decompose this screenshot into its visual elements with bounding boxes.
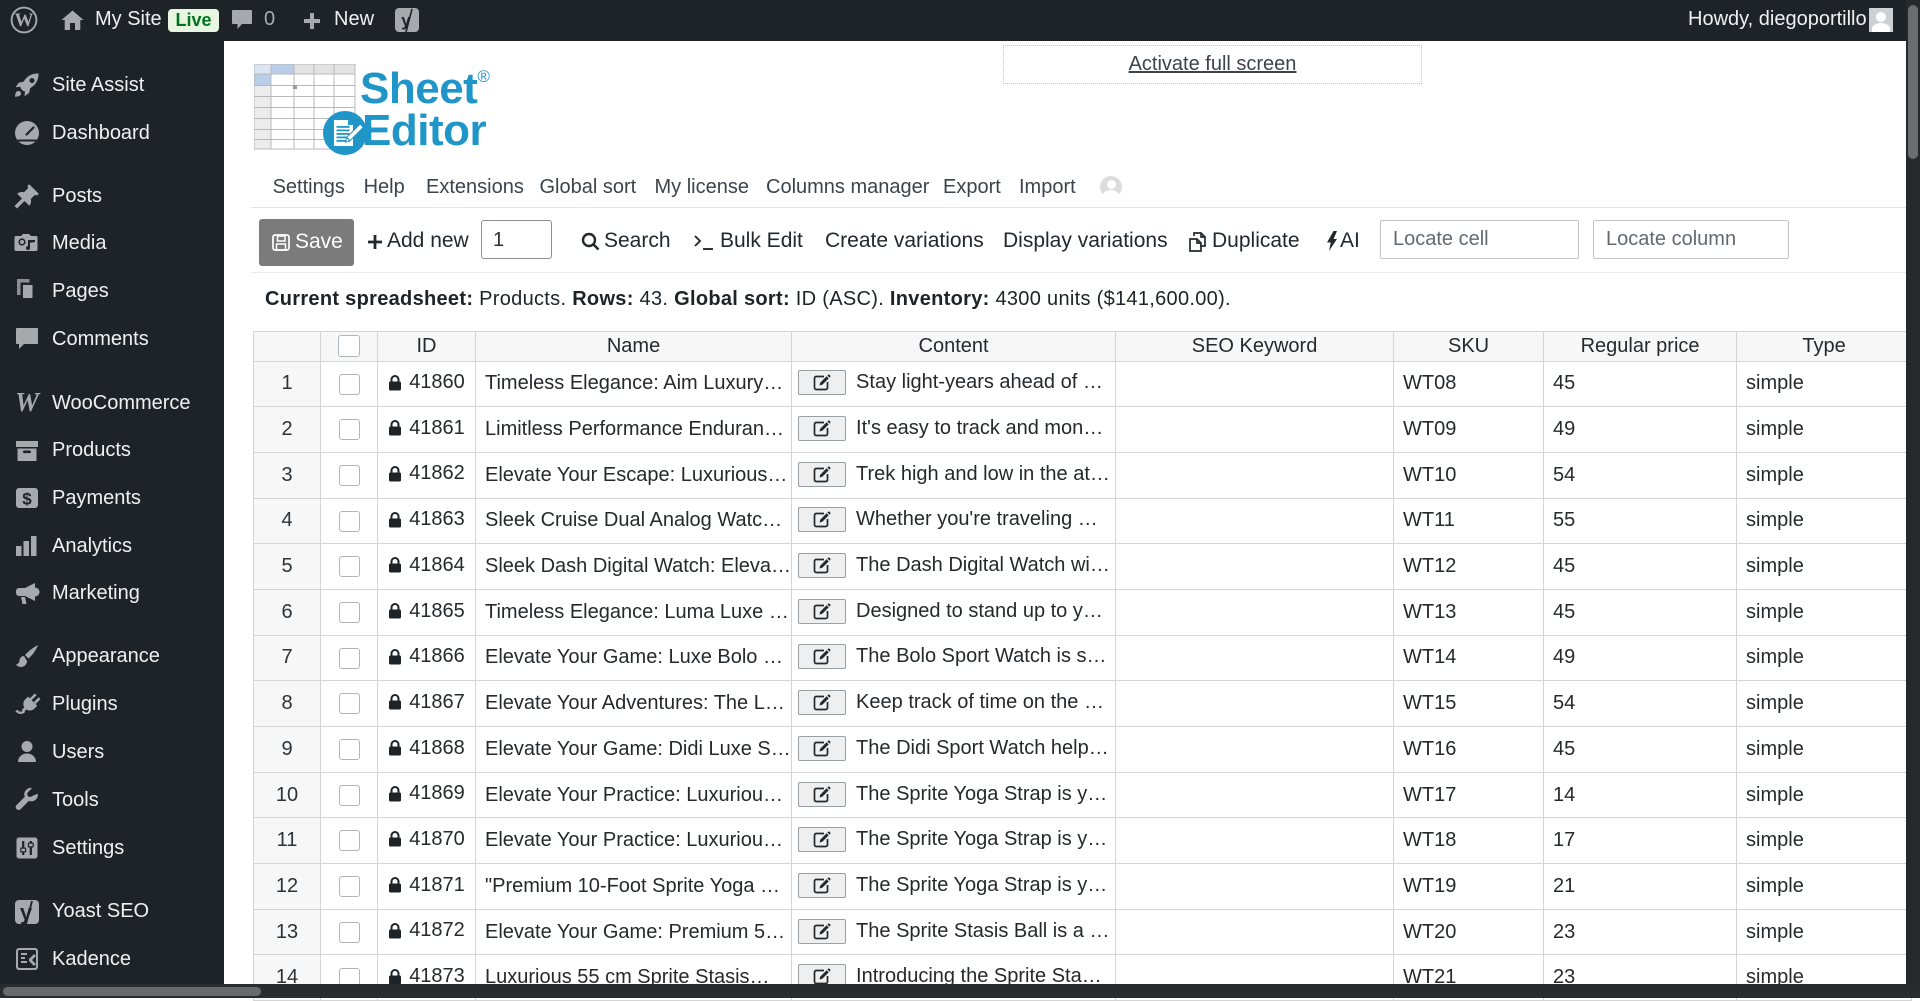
- svg-text:$: $: [22, 490, 32, 509]
- svg-text:W: W: [15, 389, 41, 417]
- svg-text:W: W: [15, 10, 34, 31]
